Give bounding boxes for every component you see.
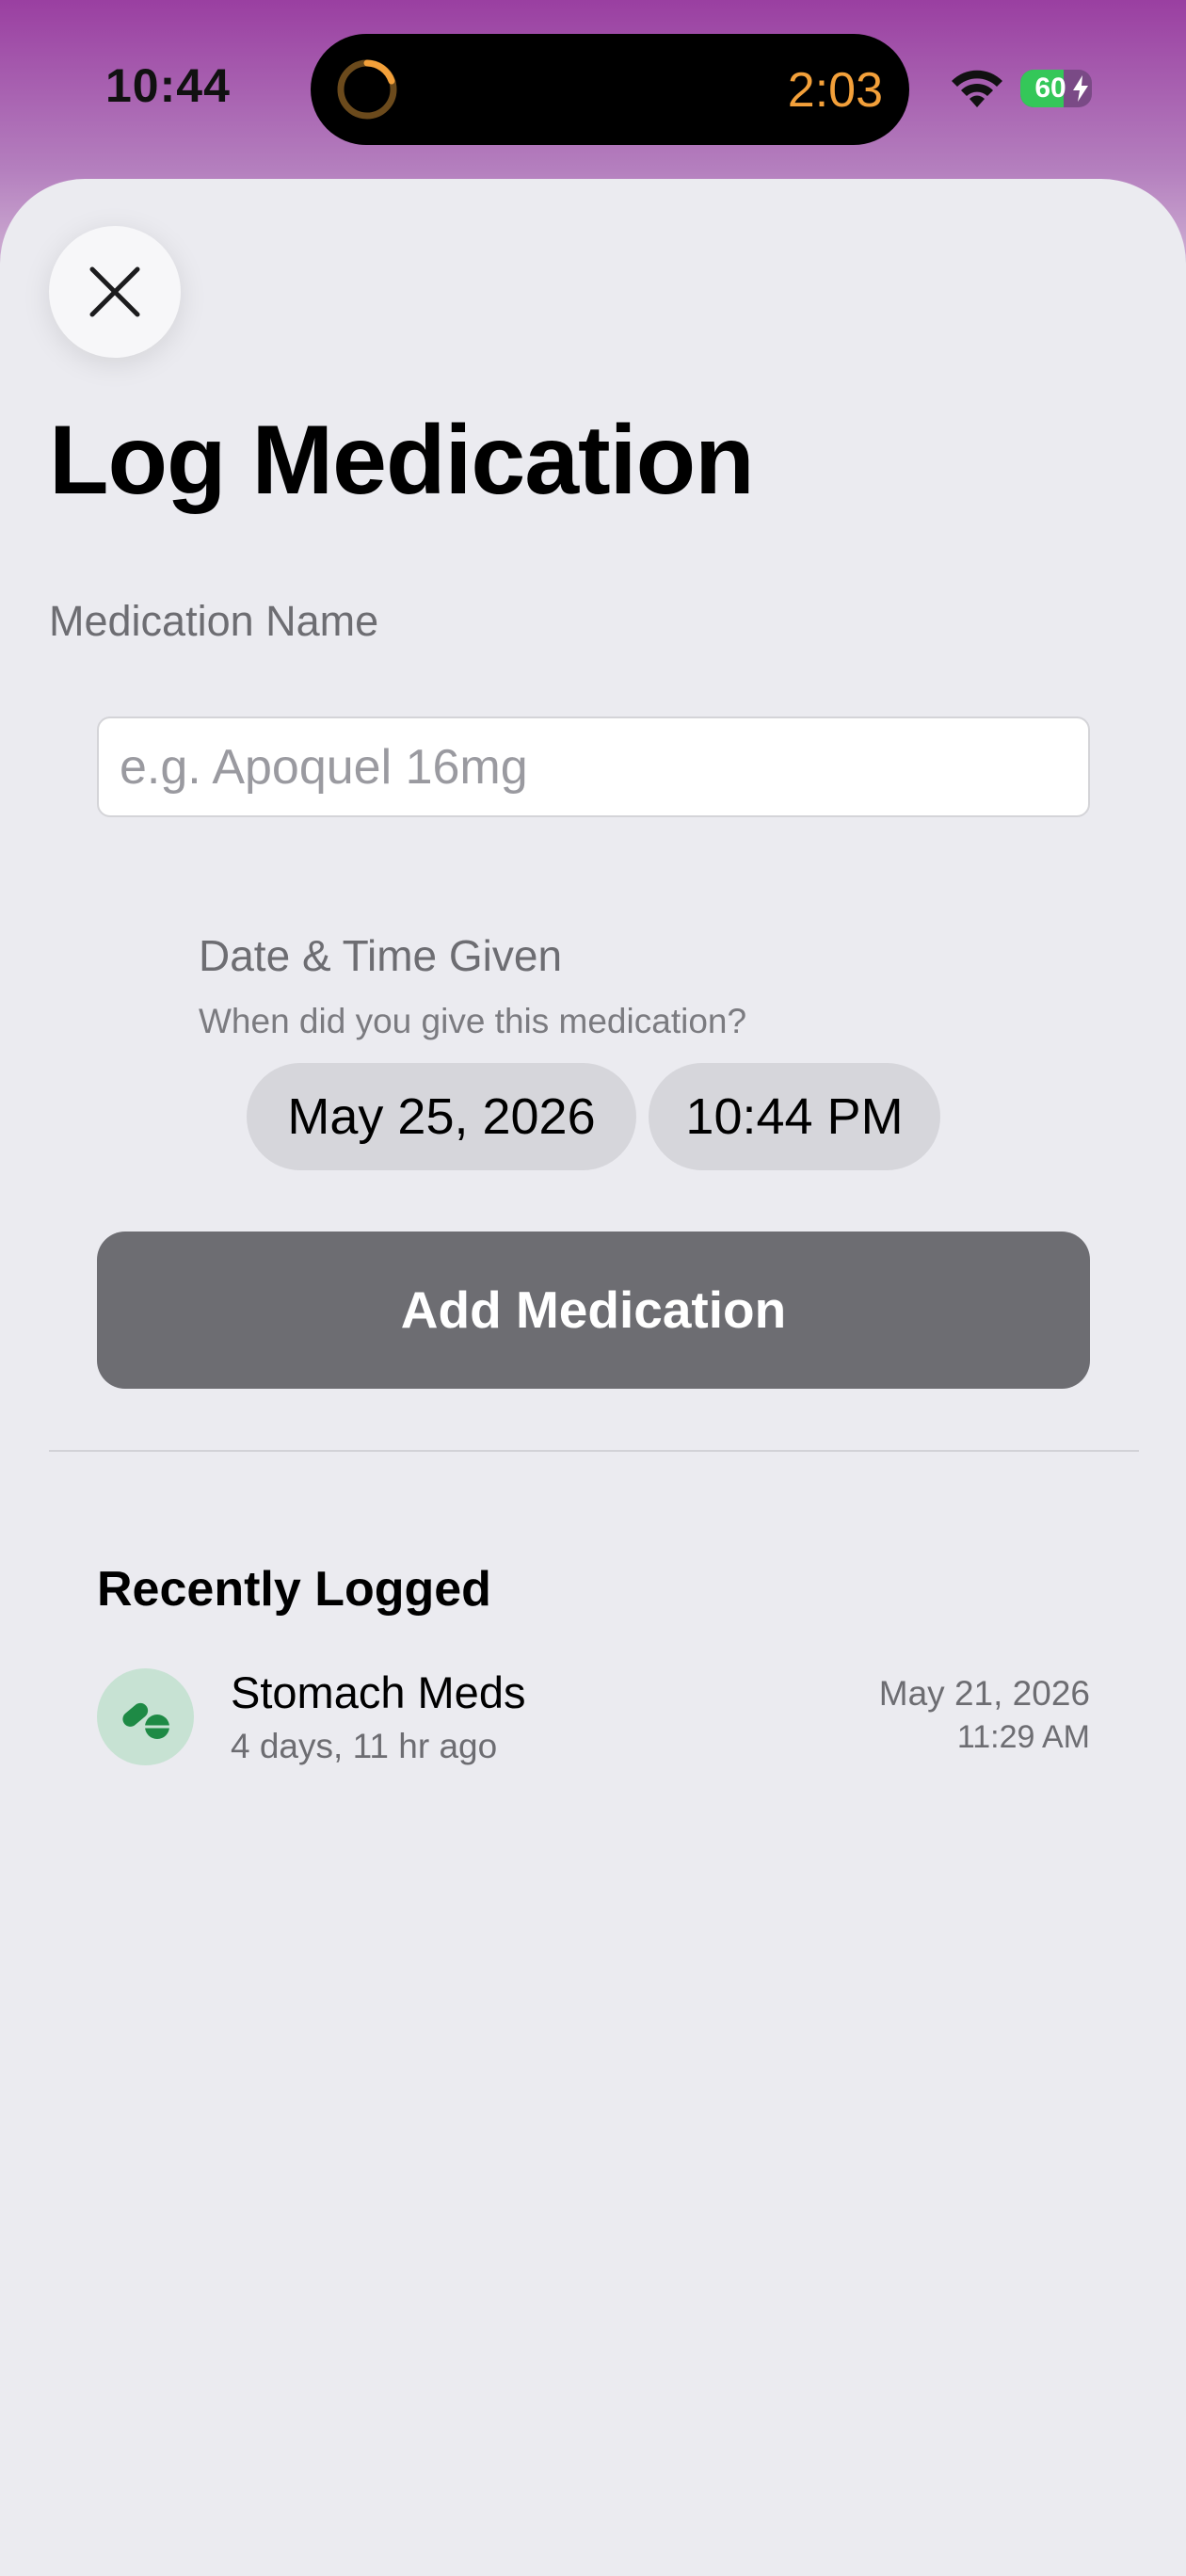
medication-name-input[interactable] xyxy=(97,716,1090,817)
list-item-date: May 21, 2026 xyxy=(878,1674,1090,1713)
date-picker-button[interactable]: May 25, 2026 xyxy=(247,1063,636,1170)
dynamic-island[interactable]: 2:03 xyxy=(311,34,909,145)
timer-icon xyxy=(337,59,397,120)
pills-icon-badge xyxy=(97,1668,194,1765)
list-item-time: 11:29 AM xyxy=(956,1719,1090,1755)
divider xyxy=(49,1450,1139,1452)
datetime-subtitle: When did you give this medication? xyxy=(199,1002,747,1040)
close-icon xyxy=(89,266,140,317)
medication-name-label: Medication Name xyxy=(49,597,379,645)
time-picker-button[interactable]: 10:44 PM xyxy=(649,1063,940,1170)
timer-countdown: 2:03 xyxy=(787,63,883,118)
wifi-icon xyxy=(952,70,1002,107)
list-item-name: Stomach Meds xyxy=(231,1667,526,1717)
pills-icon xyxy=(122,1702,169,1739)
list-item[interactable]: Stomach Meds 4 days, 11 hr ago May 21, 2… xyxy=(97,1666,1090,1770)
status-time: 10:44 xyxy=(105,59,231,112)
battery-indicator: 60 xyxy=(1020,70,1092,107)
add-medication-button[interactable]: Add Medication xyxy=(97,1232,1090,1389)
charging-bolt-icon xyxy=(1073,75,1088,102)
close-button[interactable] xyxy=(49,226,181,358)
datetime-label: Date & Time Given xyxy=(199,931,563,980)
list-item-relative-time: 4 days, 11 hr ago xyxy=(231,1727,498,1765)
page-title: Log Medication xyxy=(49,406,755,515)
recently-logged-heading: Recently Logged xyxy=(97,1562,491,1617)
